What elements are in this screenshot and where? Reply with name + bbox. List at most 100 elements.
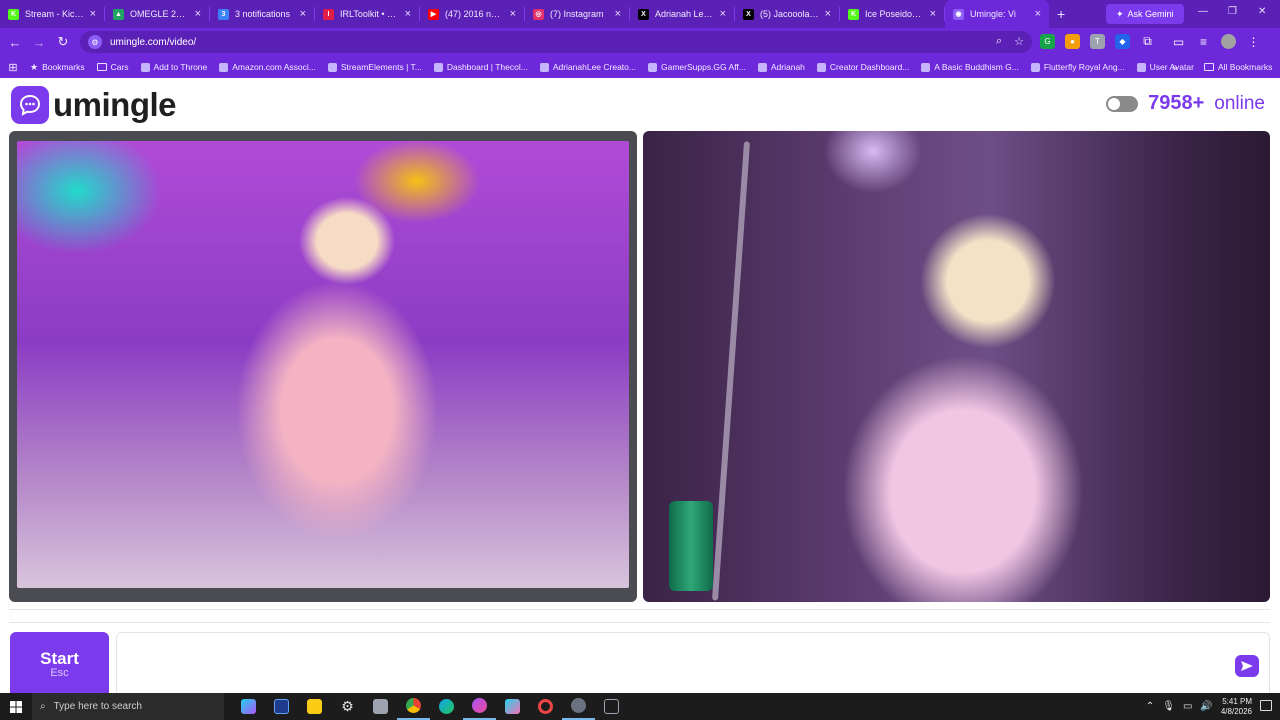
tab-close-icon[interactable]: × bbox=[195, 8, 201, 20]
chrome-icon[interactable] bbox=[397, 693, 430, 720]
site-info-icon[interactable]: ⚙ bbox=[88, 35, 102, 49]
bookmark-item[interactable]: Creator Dashboard... bbox=[816, 62, 909, 73]
extension-coin-icon[interactable]: ● bbox=[1065, 34, 1080, 49]
file-explorer-icon[interactable] bbox=[298, 693, 331, 720]
tray-chevron-icon[interactable]: ⌃ bbox=[1146, 701, 1154, 712]
reload-icon[interactable]: ↻ bbox=[51, 34, 75, 50]
bookmark-item[interactable]: AdrianahLee Creato... bbox=[539, 62, 636, 73]
tab-close-icon[interactable]: × bbox=[300, 8, 306, 20]
bookmark-item[interactable]: StreamElements | T... bbox=[327, 62, 422, 73]
theme-toggle[interactable] bbox=[1106, 95, 1139, 112]
taskbar-search-placeholder: Type here to search bbox=[53, 701, 142, 712]
extensions-puzzle-icon[interactable]: ⧉ bbox=[1140, 34, 1155, 49]
tab-title: Adrianah Lee (@ bbox=[655, 9, 714, 19]
minimize-icon[interactable]: — bbox=[1198, 6, 1208, 17]
bookmark-item[interactable]: ★ Bookmarks bbox=[30, 62, 85, 73]
bookmark-item[interactable]: Dashboard | Thecol... bbox=[433, 62, 528, 73]
app-active-icon[interactable] bbox=[562, 693, 595, 720]
umingle-logo[interactable]: umingle bbox=[11, 86, 177, 124]
browser-tab[interactable]: K Ice Poseidon St × bbox=[840, 0, 944, 28]
browser-tab[interactable]: I IRLToolkit • Das × bbox=[315, 0, 419, 28]
tab-title: IRLToolkit • Das bbox=[340, 9, 399, 19]
app-gray-icon[interactable] bbox=[364, 693, 397, 720]
bookmark-label: A Basic Buddhism G... bbox=[934, 62, 1019, 72]
taskbar-apps: ⚙ bbox=[232, 693, 628, 720]
window-close-icon[interactable]: ✕ bbox=[1258, 6, 1266, 17]
tab-title: Stream - Kick D bbox=[25, 9, 84, 19]
start-button[interactable]: Start Esc bbox=[10, 632, 109, 696]
bookmark-item[interactable]: GamerSupps.GG Aff... bbox=[647, 62, 746, 73]
microphone-icon[interactable]: 🎙 bbox=[1162, 701, 1175, 712]
zoom-icon[interactable]: ⌕ bbox=[996, 35, 1002, 48]
tab-close-icon[interactable]: × bbox=[825, 8, 831, 20]
volume-icon[interactable]: 🔊 bbox=[1200, 701, 1212, 712]
back-icon[interactable]: ← bbox=[3, 35, 27, 50]
bookmarks-bar: ⊞ ★ Bookmarks Cars Add to Throne Amazon.com … bbox=[0, 56, 1280, 78]
address-bar[interactable]: ⚙ umingle.com/video/ ⌕ ☆ bbox=[80, 31, 1032, 53]
chat-bubble-icon bbox=[11, 86, 49, 124]
browser-tab[interactable]: ▲ OMEGLE 2026 × bbox=[105, 0, 209, 28]
clock-time: 5:41 PM bbox=[1222, 696, 1252, 706]
stranger-video-feed bbox=[17, 141, 629, 588]
side-panel-icon[interactable]: ▭ bbox=[1171, 34, 1186, 49]
copilot-icon[interactable] bbox=[232, 693, 265, 720]
profile-avatar[interactable] bbox=[1221, 34, 1236, 49]
bookmark-item[interactable]: Cars bbox=[96, 62, 129, 73]
bookmark-item[interactable]: Flutterfly Royal Ang... bbox=[1030, 62, 1125, 73]
browser-tab[interactable]: ◎ (7) Instagram × bbox=[525, 0, 629, 28]
notifications-icon[interactable] bbox=[1260, 700, 1272, 711]
tab-favicon-icon: ▶ bbox=[428, 8, 439, 20]
app-multicolor-icon[interactable] bbox=[496, 693, 529, 720]
new-tab-icon[interactable]: + bbox=[1057, 6, 1065, 22]
browser-menu-icon[interactable]: ⋮ bbox=[1246, 34, 1261, 49]
tab-close-icon[interactable]: × bbox=[90, 8, 96, 20]
browser-tab[interactable]: 3 3 notifications × bbox=[210, 0, 314, 28]
tab-close-icon[interactable]: × bbox=[720, 8, 726, 20]
all-bookmarks-link[interactable]: All Bookmarks bbox=[1204, 62, 1272, 72]
tab-close-icon[interactable]: × bbox=[615, 8, 621, 20]
edge-icon[interactable] bbox=[430, 693, 463, 720]
forward-icon[interactable]: → bbox=[27, 35, 51, 50]
tab-close-icon[interactable]: × bbox=[510, 8, 516, 20]
chrome-profile-icon[interactable] bbox=[463, 693, 496, 720]
bookmark-item[interactable]: A Basic Buddhism G... bbox=[921, 62, 1019, 73]
browser-tab[interactable]: X Adrianah Lee (@ × bbox=[630, 0, 734, 28]
network-icon[interactable]: ▭ bbox=[1183, 701, 1192, 712]
settings-gear-icon[interactable]: ⚙ bbox=[331, 693, 364, 720]
bookmark-item[interactable]: Adrianah bbox=[757, 62, 805, 73]
globe-icon bbox=[1136, 62, 1146, 72]
folder-icon bbox=[1204, 63, 1214, 71]
bookmark-item[interactable]: Amazon.com Associ... bbox=[219, 62, 316, 73]
amazon-icon bbox=[219, 62, 229, 72]
ask-gemini-button[interactable]: ✦ Ask Gemini bbox=[1106, 4, 1184, 24]
browser-tab[interactable]: X (5) Jacooola Cli × bbox=[735, 0, 839, 28]
tab-close-icon[interactable]: × bbox=[405, 8, 411, 20]
browser-tab[interactable]: ◉ Umingle: Vi × bbox=[945, 0, 1049, 28]
extension-blue-icon[interactable]: ◆ bbox=[1115, 34, 1130, 49]
task-view-icon[interactable] bbox=[265, 693, 298, 720]
bookmark-item[interactable]: User Avatar bbox=[1136, 62, 1194, 73]
maximize-icon[interactable]: ❐ bbox=[1228, 6, 1237, 17]
opera-icon[interactable] bbox=[529, 693, 562, 720]
windows-start-icon[interactable] bbox=[0, 700, 32, 713]
browser-tab[interactable]: K Stream - Kick D × bbox=[0, 0, 104, 28]
start-shortcut: Esc bbox=[50, 667, 69, 679]
bookmark-item[interactable]: Add to Throne bbox=[140, 62, 207, 73]
tab-title: Umingle: Vi bbox=[970, 9, 1016, 19]
tab-close-icon[interactable]: × bbox=[930, 8, 936, 20]
bookmarks-overflow-icon[interactable]: » bbox=[1172, 62, 1178, 73]
apps-grid-icon[interactable]: ⊞ bbox=[0, 61, 26, 74]
send-button[interactable] bbox=[1235, 655, 1259, 677]
tab-close-icon[interactable]: × bbox=[1035, 8, 1041, 20]
browser-tab[interactable]: ▶ (47) 2016 nosta × bbox=[420, 0, 524, 28]
streamelements-icon bbox=[327, 62, 337, 72]
bookmark-star-icon[interactable]: ☆ bbox=[1014, 35, 1024, 48]
excel-icon[interactable] bbox=[595, 693, 628, 720]
clock[interactable]: 5:41 PM 4/8/2026 bbox=[1221, 697, 1252, 717]
extensions-bar: G ● T ◆ ⧉ ▭ ≡ ⋮ bbox=[1040, 34, 1261, 49]
taskbar-search[interactable]: ⌕ Type here to search bbox=[32, 693, 224, 720]
extension-t-icon[interactable]: T bbox=[1090, 34, 1105, 49]
tab-search-icon[interactable]: ≡ bbox=[1196, 34, 1211, 49]
chat-message-input[interactable] bbox=[116, 632, 1270, 696]
grammarly-icon[interactable]: G bbox=[1040, 34, 1055, 49]
